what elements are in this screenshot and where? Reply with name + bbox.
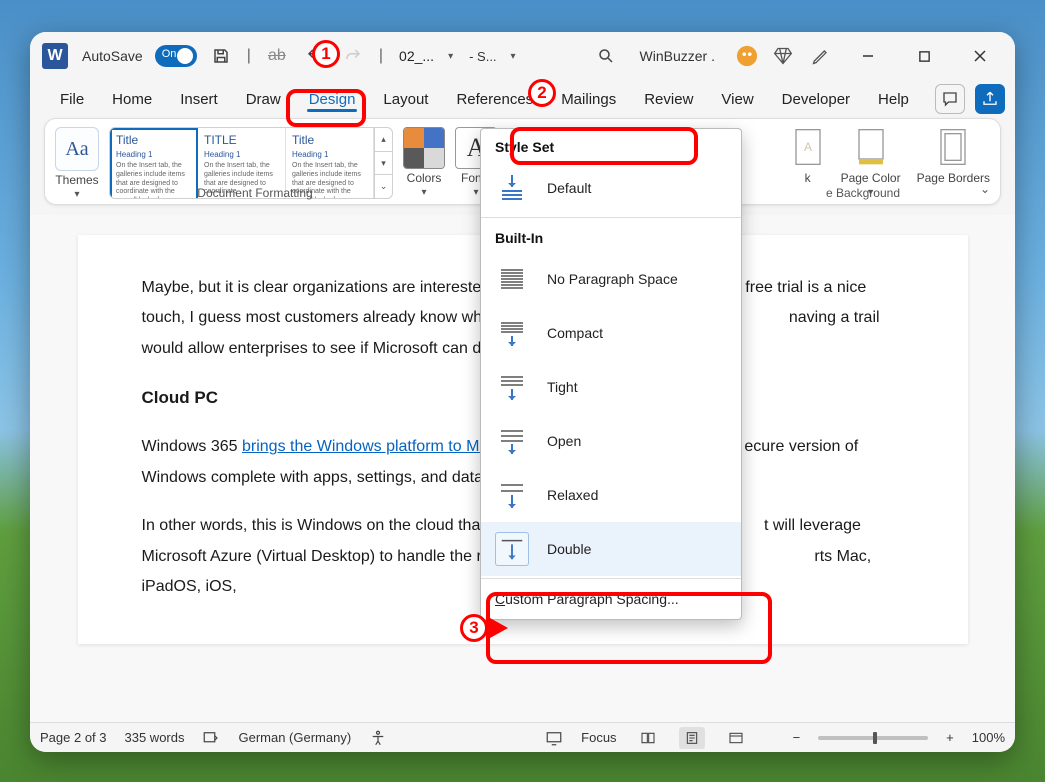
document-name[interactable]: 02_... [399,48,434,64]
close-button[interactable] [957,36,1003,76]
zoom-in-button[interactable]: + [946,730,954,745]
zoom-out-button[interactable]: − [793,730,801,745]
group-label-page-background: e Background [826,186,900,200]
tab-view[interactable]: View [709,85,765,114]
web-layout-icon[interactable] [723,727,749,749]
group-label-doc-formatting: Document Formatting [95,186,415,200]
tab-mailings[interactable]: Mailings [549,85,628,114]
language-indicator[interactable]: German (Germany) [238,730,351,745]
tab-review[interactable]: Review [632,85,705,114]
undo-icon[interactable] [301,42,329,70]
spacing-default-icon [495,171,529,205]
menu-item-tight[interactable]: Tight [481,360,741,414]
spacing-double-icon [495,532,529,566]
tab-developer[interactable]: Developer [770,85,862,114]
menu-item-default[interactable]: Default [481,161,741,215]
page-borders-icon [936,127,970,167]
maximize-button[interactable] [901,36,947,76]
accessibility-icon[interactable] [369,729,387,747]
status-bar: Page 2 of 3 335 words German (Germany) F… [30,722,1015,752]
colors-icon [403,127,445,169]
tab-insert[interactable]: Insert [168,85,230,114]
minimize-button[interactable] [845,36,891,76]
tab-references[interactable]: References [444,85,545,114]
page-color-icon [854,127,888,167]
themes-icon: Aa [55,127,99,171]
watermark-icon: A [791,127,825,167]
svg-text:A: A [804,140,812,154]
collapse-ribbon-icon[interactable]: ⌄ [980,182,990,196]
spacing-relaxed-icon [495,478,529,512]
focus-label[interactable]: Focus [581,730,616,745]
menu-item-double[interactable]: Double [481,522,741,576]
paragraph-spacing-menu: Style Set Default Built-In No Paragraph … [480,128,742,620]
chevron-down-icon[interactable]: ▾ [448,51,453,62]
menu-item-open[interactable]: Open [481,414,741,468]
read-mode-icon[interactable] [635,727,661,749]
autosave-toggle[interactable]: On [155,45,197,67]
display-settings-icon[interactable] [545,729,563,747]
tab-help[interactable]: Help [866,85,921,114]
menu-item-compact[interactable]: Compact [481,306,741,360]
chevron-up-icon[interactable]: ▴ [375,128,392,152]
menu-section-styleset: Style Set [481,129,741,161]
pen-icon[interactable] [807,42,835,70]
page-indicator[interactable]: Page 2 of 3 [40,730,107,745]
autosave-label: AutoSave [82,48,143,64]
chevron-down-icon: ▾ [74,189,79,200]
tab-design[interactable]: Design [297,85,368,114]
tab-home[interactable]: Home [100,85,164,114]
search-icon[interactable] [592,42,620,70]
menu-section-builtin: Built-In [481,220,741,252]
comments-icon[interactable] [935,84,965,114]
word-count[interactable]: 335 words [125,730,185,745]
zoom-slider[interactable] [818,736,928,740]
share-button[interactable] [975,84,1005,114]
page-borders-button[interactable]: Page Borders [917,127,990,185]
spacing-compact-icon [495,316,529,350]
spacing-open-icon [495,424,529,458]
chevron-down-icon: ▾ [421,187,426,198]
menu-item-custom-spacing[interactable]: Custom Paragraph Spacing... [481,581,741,617]
menu-item-relaxed[interactable]: Relaxed [481,468,741,522]
tab-draw[interactable]: Draw [234,85,293,114]
chevron-down-icon: ▾ [473,187,478,198]
spacing-none-icon [495,262,529,296]
separator: | [245,47,253,65]
separator: | [377,47,385,65]
ribbon-tabs: File Home Insert Draw Design Layout Refe… [30,80,1015,118]
save-icon[interactable] [207,42,235,70]
spacing-tight-icon [495,370,529,404]
word-app-icon: W [42,43,68,69]
saved-state: - S... [469,49,496,64]
account-avatar-icon[interactable] [735,44,759,68]
watermark-button[interactable]: A k [791,127,825,185]
title-bar: W AutoSave On | ab | 02_... ▾ - S... ▾ W… [30,32,1015,80]
redo-icon[interactable] [339,42,367,70]
tab-layout[interactable]: Layout [371,85,440,114]
zoom-percent[interactable]: 100% [972,730,1005,745]
strikethrough-icon[interactable]: ab [263,42,291,70]
toggle-knob [177,48,193,64]
tab-file[interactable]: File [48,85,96,114]
spellcheck-icon[interactable] [202,729,220,747]
themes-button[interactable]: Aa Themes ▾ [55,127,99,200]
chevron-down-icon[interactable]: ▾ [511,51,516,62]
diamond-icon[interactable] [769,42,797,70]
chevron-down-icon[interactable]: ▾ [375,152,392,176]
menu-item-no-space[interactable]: No Paragraph Space [481,252,741,306]
account-name[interactable]: WinBuzzer . [640,48,715,64]
print-layout-icon[interactable] [679,727,705,749]
